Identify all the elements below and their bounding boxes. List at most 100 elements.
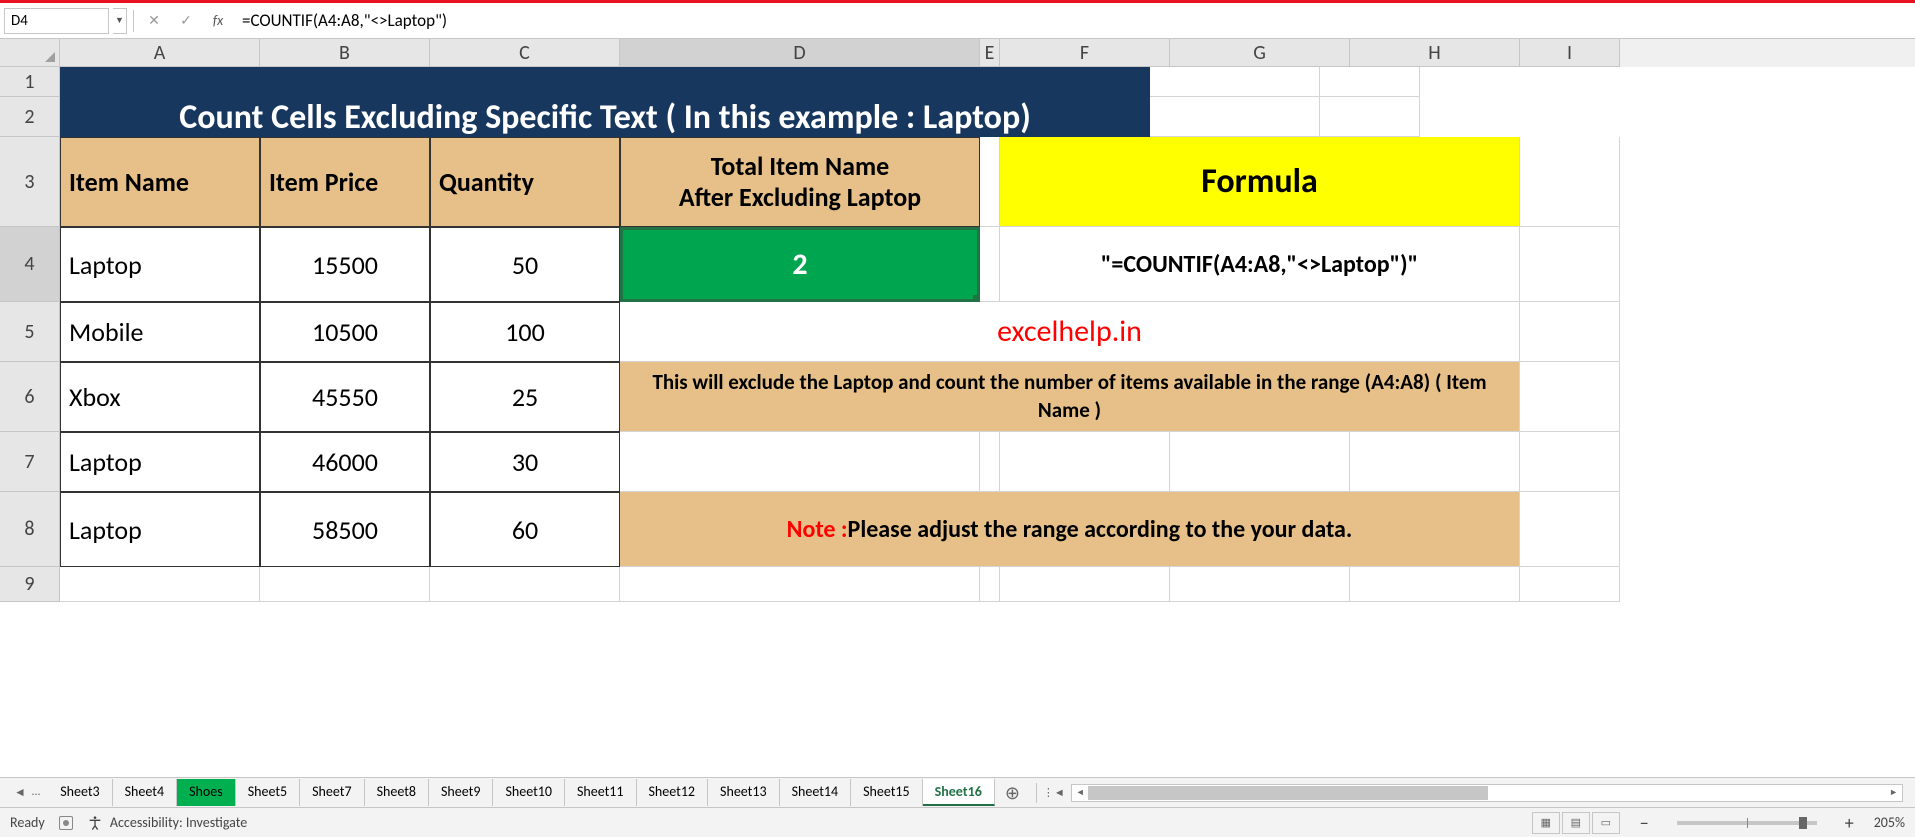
- cell-item-name[interactable]: Laptop: [60, 227, 260, 302]
- cell[interactable]: [1520, 137, 1620, 227]
- tabs-scroll-end-icon[interactable]: ⋮◄: [1043, 786, 1065, 799]
- cell[interactable]: [1350, 567, 1520, 602]
- cell[interactable]: [60, 567, 260, 602]
- cell-quantity[interactable]: 25: [430, 362, 620, 432]
- cell[interactable]: [1320, 67, 1420, 97]
- name-box-dropdown[interactable]: ▼: [113, 8, 127, 34]
- sheet-tab-sheet16[interactable]: Sheet16: [923, 779, 995, 806]
- cell[interactable]: [1150, 97, 1320, 137]
- spreadsheet-grid[interactable]: A B C D E F G H I 1 2 Count Cells Exclud…: [0, 39, 1915, 777]
- sheet-tab-sheet4[interactable]: Sheet4: [113, 779, 177, 806]
- cell-item-name[interactable]: Xbox: [60, 362, 260, 432]
- cell[interactable]: [980, 567, 1000, 602]
- fx-icon[interactable]: fx: [204, 8, 232, 34]
- cell-quantity[interactable]: 100: [430, 302, 620, 362]
- sheet-tab-sheet7[interactable]: Sheet7: [300, 779, 364, 806]
- cell[interactable]: [1170, 567, 1350, 602]
- row-header-1[interactable]: 1: [0, 67, 60, 97]
- formula-display[interactable]: "=COUNTIF(A4:A8,"<>Laptop")": [1000, 227, 1520, 302]
- row-header-3[interactable]: 3: [0, 137, 60, 227]
- name-box[interactable]: D4: [4, 8, 109, 34]
- result-cell-selected[interactable]: 2: [620, 227, 980, 302]
- sheet-tab-sheet12[interactable]: Sheet12: [637, 779, 709, 806]
- header-item-name[interactable]: Item Name: [60, 137, 260, 227]
- cell-item-price[interactable]: 58500: [260, 492, 430, 567]
- sheet-tab-sheet11[interactable]: Sheet11: [565, 779, 637, 806]
- cell[interactable]: [1320, 97, 1420, 137]
- enter-formula-icon[interactable]: ✓: [172, 8, 200, 34]
- cell[interactable]: [980, 227, 1000, 302]
- col-header-A[interactable]: A: [60, 39, 260, 67]
- cell[interactable]: [1520, 492, 1620, 567]
- row-header-2[interactable]: 2: [0, 97, 60, 137]
- cell[interactable]: [980, 432, 1000, 492]
- cell-item-name[interactable]: Laptop: [60, 492, 260, 567]
- cell[interactable]: [1520, 567, 1620, 602]
- row-header-6[interactable]: 6: [0, 362, 60, 432]
- col-header-F[interactable]: F: [1000, 39, 1170, 67]
- formula-input[interactable]: =COUNTIF(A4:A8,"<>Laptop"): [236, 8, 1911, 34]
- cell-quantity[interactable]: 30: [430, 432, 620, 492]
- horizontal-scrollbar[interactable]: [1071, 784, 1903, 802]
- cell[interactable]: [1150, 67, 1320, 97]
- header-formula[interactable]: Formula: [1000, 137, 1520, 227]
- zoom-slider[interactable]: [1677, 821, 1817, 825]
- cell-quantity[interactable]: 50: [430, 227, 620, 302]
- cell-item-name[interactable]: Mobile: [60, 302, 260, 362]
- row-header-9[interactable]: 9: [0, 567, 60, 602]
- view-normal-icon[interactable]: ▦: [1532, 812, 1560, 834]
- cell-item-price[interactable]: 46000: [260, 432, 430, 492]
- cancel-formula-icon[interactable]: ✕: [140, 8, 168, 34]
- sheet-tab-sheet8[interactable]: Sheet8: [365, 779, 429, 806]
- add-sheet-button[interactable]: ⊕: [995, 778, 1030, 808]
- header-quantity[interactable]: Quantity: [430, 137, 620, 227]
- accessibility-status[interactable]: Accessibility: Investigate: [87, 814, 248, 832]
- sheet-tab-shoes[interactable]: Shoes: [177, 779, 236, 806]
- cell-item-price[interactable]: 45550: [260, 362, 430, 432]
- header-total-excluding[interactable]: Total Item Name After Excluding Laptop: [620, 137, 980, 227]
- col-header-D[interactable]: D: [620, 39, 980, 67]
- col-header-G[interactable]: G: [1170, 39, 1350, 67]
- row-header-5[interactable]: 5: [0, 302, 60, 362]
- cell[interactable]: [980, 137, 1000, 227]
- col-header-B[interactable]: B: [260, 39, 430, 67]
- cell[interactable]: [1000, 432, 1170, 492]
- tabs-menu-icon[interactable]: …: [32, 785, 40, 800]
- cell-quantity[interactable]: 60: [430, 492, 620, 567]
- cell[interactable]: [1520, 302, 1620, 362]
- cell[interactable]: [1170, 432, 1350, 492]
- sheet-tab-sheet15[interactable]: Sheet15: [851, 779, 923, 806]
- cell-item-price[interactable]: 15500: [260, 227, 430, 302]
- col-header-I[interactable]: I: [1520, 39, 1620, 67]
- view-page-layout-icon[interactable]: ▤: [1562, 812, 1590, 834]
- select-all-corner[interactable]: [0, 39, 60, 67]
- cell[interactable]: [1000, 567, 1170, 602]
- macro-record-icon[interactable]: [59, 816, 73, 830]
- cell[interactable]: [1520, 362, 1620, 432]
- row-header-8[interactable]: 8: [0, 492, 60, 567]
- zoom-level[interactable]: 205%: [1874, 814, 1905, 831]
- cell-item-price[interactable]: 10500: [260, 302, 430, 362]
- cell[interactable]: [1520, 432, 1620, 492]
- sheet-tab-sheet5[interactable]: Sheet5: [236, 779, 300, 806]
- sheet-tab-sheet13[interactable]: Sheet13: [708, 779, 780, 806]
- sheet-tab-sheet10[interactable]: Sheet10: [493, 779, 565, 806]
- col-header-H[interactable]: H: [1350, 39, 1520, 67]
- zoom-in-button[interactable]: +: [1839, 812, 1860, 834]
- cell[interactable]: [620, 567, 980, 602]
- view-page-break-icon[interactable]: ▭: [1592, 812, 1620, 834]
- tabs-scroll-left-icon[interactable]: ◄: [14, 785, 26, 800]
- cell[interactable]: [1350, 432, 1520, 492]
- row-header-7[interactable]: 7: [0, 432, 60, 492]
- cell[interactable]: [1520, 227, 1620, 302]
- header-item-price[interactable]: Item Price: [260, 137, 430, 227]
- sheet-tab-sheet14[interactable]: Sheet14: [780, 779, 852, 806]
- zoom-out-button[interactable]: −: [1634, 812, 1655, 834]
- sheet-tab-sheet3[interactable]: Sheet3: [48, 779, 112, 806]
- col-header-E[interactable]: E: [980, 39, 1000, 67]
- col-header-C[interactable]: C: [430, 39, 620, 67]
- cell-item-name[interactable]: Laptop: [60, 432, 260, 492]
- cell[interactable]: [430, 567, 620, 602]
- sheet-tab-sheet9[interactable]: Sheet9: [429, 779, 493, 806]
- row-header-4[interactable]: 4: [0, 227, 60, 302]
